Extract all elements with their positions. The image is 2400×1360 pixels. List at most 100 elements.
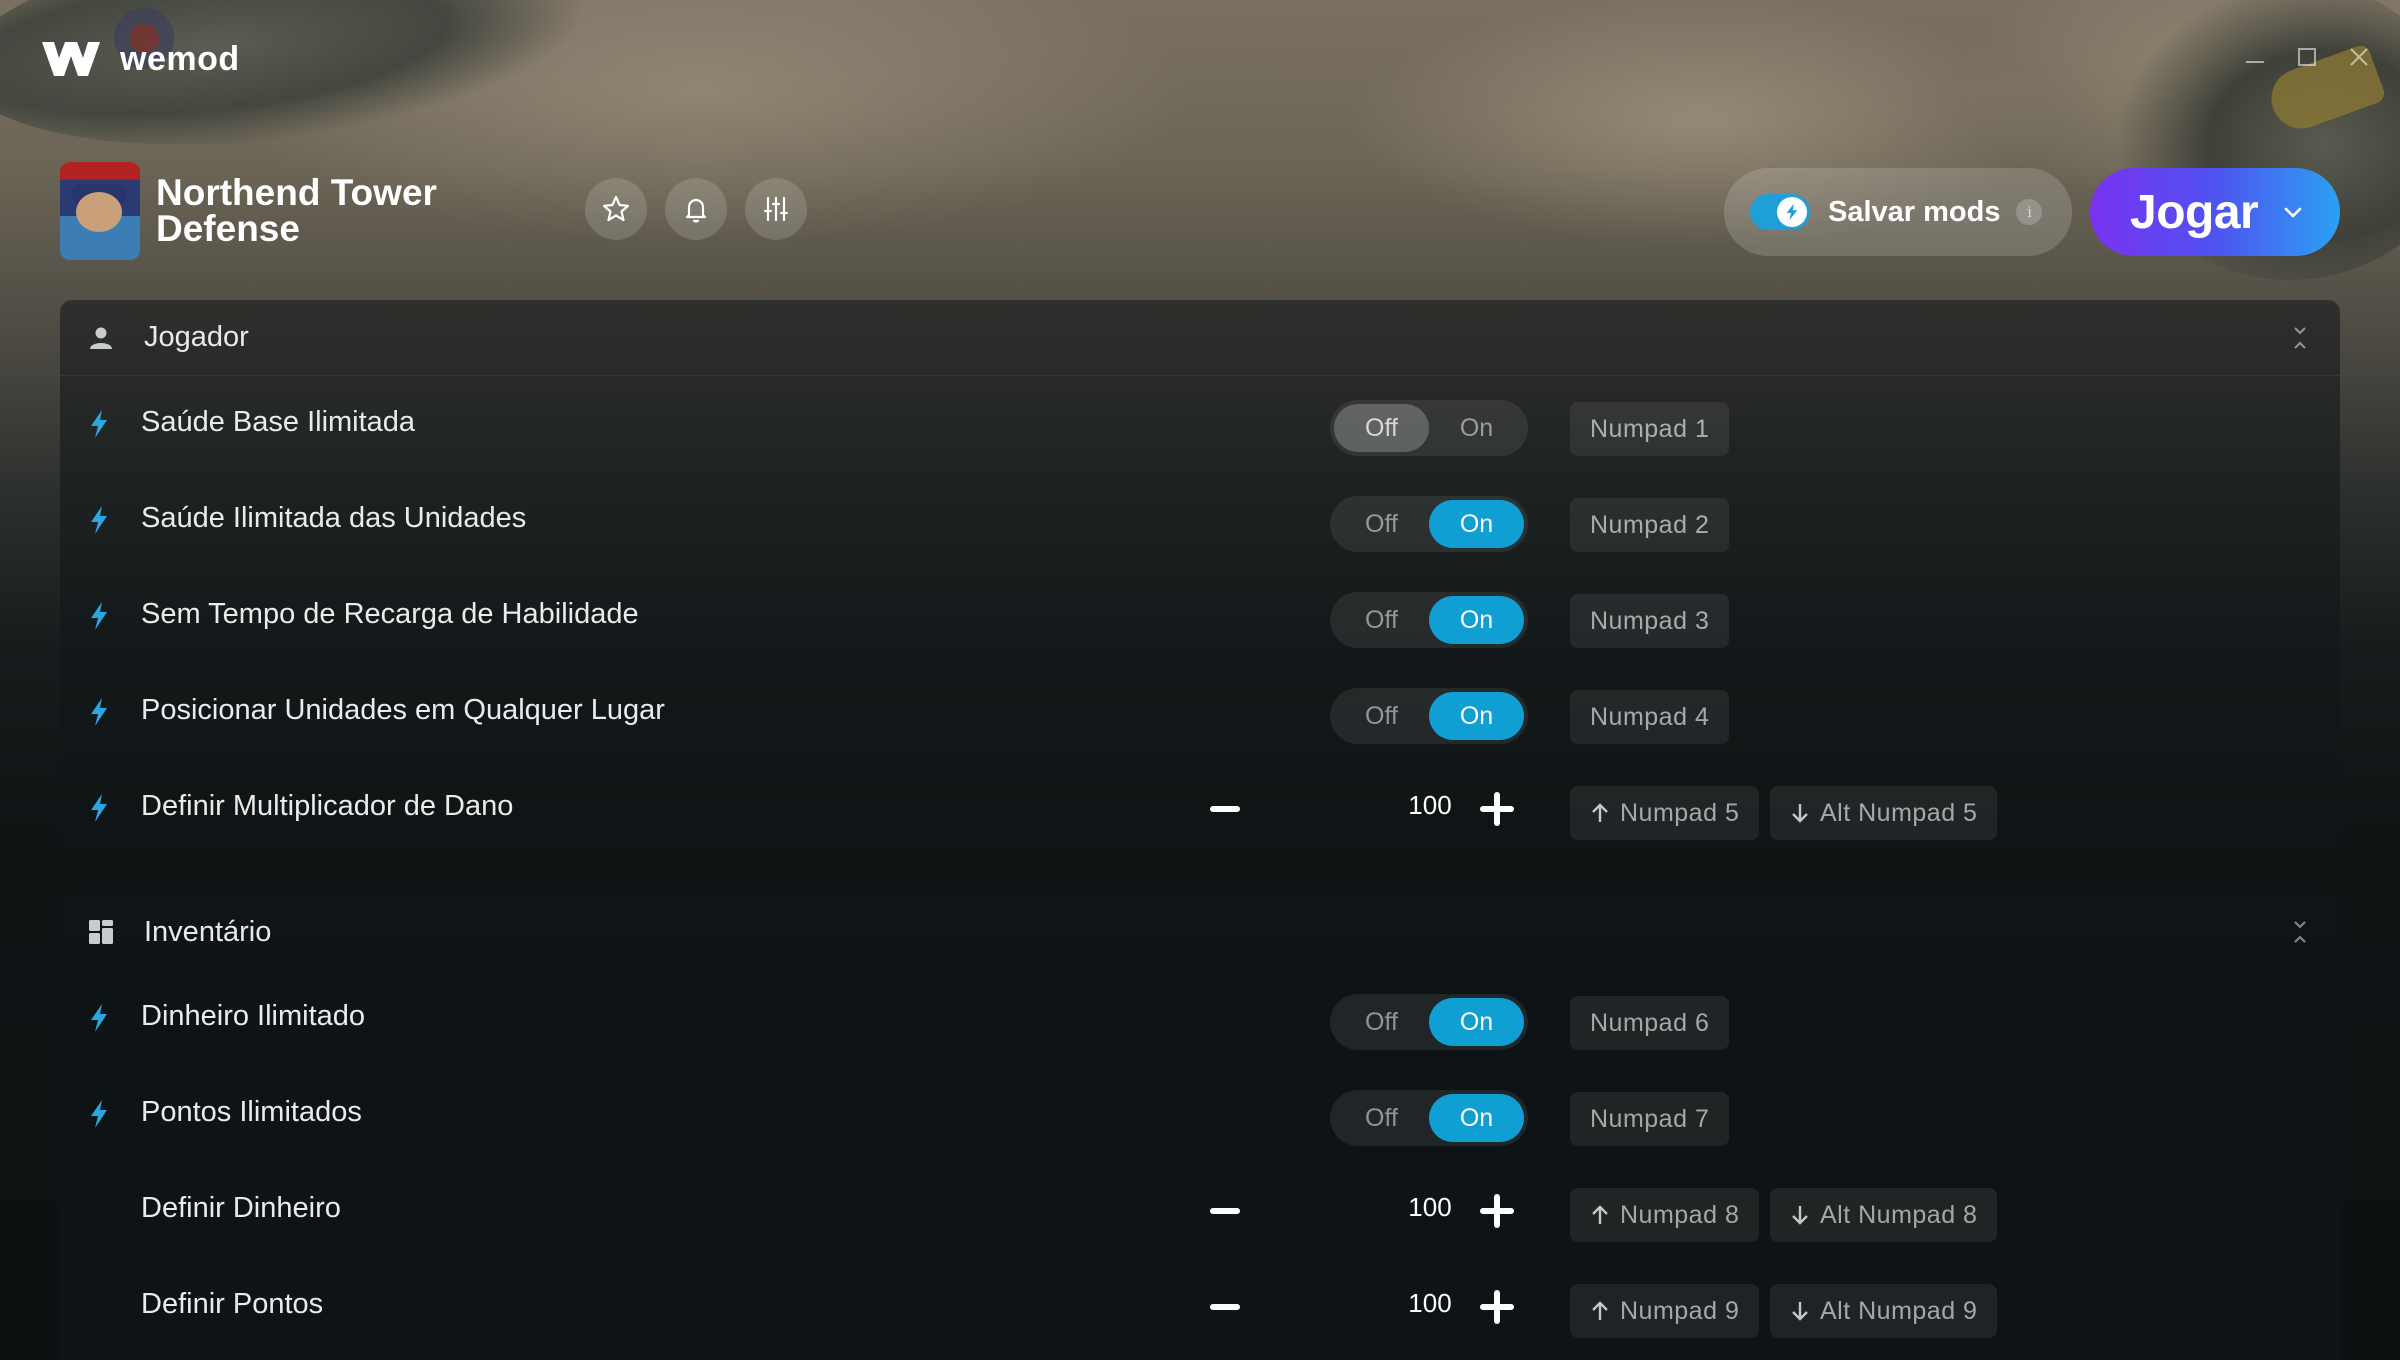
increase-button[interactable] [1480, 1290, 1514, 1324]
toggle-switch[interactable]: Off On [1330, 400, 1528, 456]
save-mods-label: Salvar mods [1828, 195, 2001, 228]
mod-name: Pontos Ilimitados [141, 1096, 362, 1128]
bell-icon [685, 198, 707, 223]
hotkey-increase[interactable]: Numpad 8 [1570, 1188, 1760, 1242]
toggle-on[interactable]: On [1429, 998, 1524, 1046]
info-icon[interactable]: i [2016, 199, 2043, 225]
mod-row: Posicionar Unidades em Qualquer Lugar Of… [60, 664, 2340, 760]
mod-row: Definir Multiplicador de Dano 100 Numpad… [60, 760, 2340, 856]
play-button[interactable]: Jogar [2090, 168, 2340, 256]
bolt-icon [91, 602, 107, 630]
hotkey-increase[interactable]: Numpad 9 [1570, 1284, 1760, 1338]
mod-name: Definir Dinheiro [141, 1192, 341, 1224]
bolt-icon [91, 410, 107, 438]
decrease-button[interactable] [1210, 1304, 1240, 1310]
arrow-up-icon [1592, 803, 1608, 822]
hotkey-increase[interactable]: Numpad 5 [1570, 786, 1760, 840]
user-icon [90, 327, 112, 349]
toggle-switch[interactable]: Off On [1330, 496, 1528, 552]
arrow-down-icon [1792, 1302, 1808, 1321]
hotkey-badge[interactable]: Numpad 7 [1570, 1092, 1730, 1146]
title-bar: wemod [0, 0, 2400, 120]
app-logo[interactable]: wemod [40, 38, 240, 80]
mod-name: Dinheiro Ilimitado [141, 1000, 366, 1032]
collapse-icon[interactable] [2290, 324, 2310, 352]
toggle-on[interactable]: On [1429, 596, 1524, 644]
toggle-on[interactable]: On [1429, 404, 1524, 452]
bolt-icon [1786, 203, 1798, 221]
mod-name: Definir Multiplicador de Dano [141, 790, 514, 822]
arrow-up-icon [1592, 1205, 1608, 1224]
stepper-value[interactable]: 100 [1390, 790, 1470, 821]
mod-name: Posicionar Unidades em Qualquer Lugar [141, 694, 665, 726]
bolt-icon [91, 1100, 107, 1128]
toggle-switch[interactable]: Off On [1330, 688, 1528, 744]
close-icon[interactable] [2348, 46, 2370, 68]
toggle-on[interactable]: On [1429, 692, 1524, 740]
toggle-off[interactable]: Off [1334, 404, 1429, 452]
toggle-off[interactable]: Off [1334, 500, 1429, 548]
grid-icon [89, 920, 113, 944]
save-mods-switch[interactable] [1750, 194, 1810, 230]
favorite-button[interactable] [585, 178, 647, 240]
mod-row: Saúde Ilimitada das Unidades Off On Nump… [60, 472, 2340, 568]
toggle-off[interactable]: Off [1334, 596, 1429, 644]
toggle-off[interactable]: Off [1334, 1094, 1429, 1142]
game-header: Northend Tower Defense [60, 162, 456, 260]
bolt-icon [91, 794, 107, 822]
mod-row: Dinheiro Ilimitado Off On Numpad 6 [60, 970, 2340, 1066]
mod-row: Definir Dinheiro 100 Numpad 8 Alt Numpad… [60, 1162, 2340, 1258]
section-title: Jogador [144, 321, 249, 353]
save-mods-toggle[interactable]: Salvar mods i [1724, 168, 2072, 256]
game-actions [585, 178, 807, 240]
settings-button[interactable] [745, 178, 807, 240]
mod-name: Definir Pontos [141, 1288, 324, 1320]
wemod-logo-icon [42, 42, 100, 76]
maximize-icon[interactable] [2296, 46, 2318, 68]
chevron-down-icon[interactable] [2282, 201, 2304, 223]
bolt-icon [91, 506, 107, 534]
arrow-down-icon [1792, 1206, 1808, 1225]
hotkey-badge[interactable]: Numpad 3 [1570, 594, 1730, 648]
mod-name: Saúde Base Ilimitada [141, 406, 416, 438]
hotkey-badge[interactable]: Numpad 6 [1570, 996, 1730, 1050]
play-label: Jogar [2130, 185, 2259, 239]
arrow-down-icon [1792, 804, 1808, 823]
mod-row: Pontos Ilimitados Off On Numpad 7 [60, 1066, 2340, 1162]
arrow-up-icon [1592, 1301, 1608, 1320]
hotkey-badge[interactable]: Numpad 4 [1570, 690, 1730, 744]
hotkey-decrease[interactable]: Alt Numpad 8 [1770, 1188, 1998, 1242]
toggle-switch[interactable]: Off On [1330, 1090, 1528, 1146]
section-header[interactable]: Inventário [60, 894, 2340, 970]
mod-row: Saúde Base Ilimitada Off On Numpad 1 [60, 376, 2340, 472]
toggle-switch[interactable]: Off On [1330, 994, 1528, 1050]
section-header[interactable]: Jogador [60, 300, 2340, 376]
toggle-on[interactable]: On [1429, 500, 1524, 548]
toggle-on[interactable]: On [1429, 1094, 1524, 1142]
decrease-button[interactable] [1210, 1208, 1240, 1214]
hotkey-badge[interactable]: Numpad 2 [1570, 498, 1730, 552]
mod-name: Saúde Ilimitada das Unidades [141, 502, 527, 534]
collapse-icon[interactable] [2290, 918, 2310, 946]
increase-button[interactable] [1480, 792, 1514, 826]
section-inventario: Inventário Dinheiro Ilimitado Off On Num… [60, 894, 2340, 1360]
app-name: wemod [120, 39, 240, 78]
bolt-icon [91, 1004, 107, 1032]
star-icon [602, 195, 630, 222]
bolt-icon [91, 698, 107, 726]
hotkey-decrease[interactable]: Alt Numpad 5 [1770, 786, 1998, 840]
hotkey-badge[interactable]: Numpad 1 [1570, 402, 1730, 456]
hotkey-decrease[interactable]: Alt Numpad 9 [1770, 1284, 1998, 1338]
toggle-switch[interactable]: Off On [1330, 592, 1528, 648]
increase-button[interactable] [1480, 1194, 1514, 1228]
game-cover-image [60, 162, 140, 260]
toggle-off[interactable]: Off [1334, 692, 1429, 740]
notifications-button[interactable] [665, 178, 727, 240]
stepper-value[interactable]: 100 [1390, 1192, 1470, 1223]
section-jogador: Jogador Saúde Base Ilimitada Off On Nump… [60, 300, 2340, 848]
stepper-value[interactable]: 100 [1390, 1288, 1470, 1319]
decrease-button[interactable] [1210, 806, 1240, 812]
sliders-icon [763, 196, 789, 222]
minimize-icon[interactable] [2244, 46, 2266, 68]
toggle-off[interactable]: Off [1334, 998, 1429, 1046]
